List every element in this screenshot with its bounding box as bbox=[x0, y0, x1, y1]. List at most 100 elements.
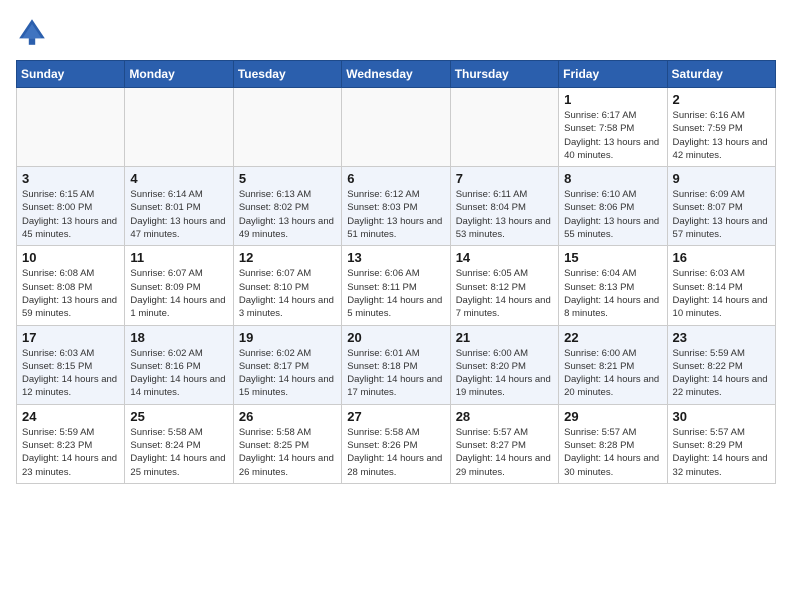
day-info: Sunrise: 6:01 AMSunset: 8:18 PMDaylight:… bbox=[347, 347, 444, 400]
calendar-cell bbox=[17, 88, 125, 167]
calendar-cell: 25 Sunrise: 5:58 AMSunset: 8:24 PMDayligh… bbox=[125, 404, 233, 483]
calendar-cell: 1 Sunrise: 6:17 AMSunset: 7:58 PMDaylight… bbox=[559, 88, 667, 167]
calendar-cell: 27 Sunrise: 5:58 AMSunset: 8:26 PMDayligh… bbox=[342, 404, 450, 483]
day-number: 24 bbox=[22, 409, 119, 424]
day-info: Sunrise: 6:12 AMSunset: 8:03 PMDaylight:… bbox=[347, 188, 444, 241]
day-info: Sunrise: 5:58 AMSunset: 8:24 PMDaylight:… bbox=[130, 426, 227, 479]
calendar-cell: 4 Sunrise: 6:14 AMSunset: 8:01 PMDaylight… bbox=[125, 167, 233, 246]
day-number: 14 bbox=[456, 250, 553, 265]
calendar-cell bbox=[125, 88, 233, 167]
calendar-cell: 6Sunrise: 6:12 AMSunset: 8:03 PMDaylight… bbox=[342, 167, 450, 246]
page-header bbox=[16, 16, 776, 48]
logo bbox=[16, 16, 52, 48]
calendar-cell: 13 Sunrise: 6:06 AMSunset: 8:11 PMDayligh… bbox=[342, 246, 450, 325]
day-number: 13 bbox=[347, 250, 444, 265]
day-number: 19 bbox=[239, 330, 336, 345]
logo-icon bbox=[16, 16, 48, 48]
calendar-cell: 12 Sunrise: 6:07 AMSunset: 8:10 PMDayligh… bbox=[233, 246, 341, 325]
day-number: 27 bbox=[347, 409, 444, 424]
day-number: 5 bbox=[239, 171, 336, 186]
calendar-cell: 19 Sunrise: 6:02 AMSunset: 8:17 PMDayligh… bbox=[233, 325, 341, 404]
day-info: Sunrise: 6:11 AMSunset: 8:04 PMDaylight:… bbox=[456, 188, 553, 241]
calendar-week-3: 10 Sunrise: 6:08 AMSunset: 8:08 PMDayligh… bbox=[17, 246, 776, 325]
day-info: Sunrise: 6:03 AMSunset: 8:15 PMDaylight:… bbox=[22, 347, 119, 400]
calendar-cell: 26 Sunrise: 5:58 AMSunset: 8:25 PMDayligh… bbox=[233, 404, 341, 483]
weekday-header-sunday: Sunday bbox=[17, 61, 125, 88]
day-info: Sunrise: 5:59 AMSunset: 8:22 PMDaylight:… bbox=[673, 347, 770, 400]
calendar-cell: 7 Sunrise: 6:11 AMSunset: 8:04 PMDaylight… bbox=[450, 167, 558, 246]
day-info: Sunrise: 6:15 AMSunset: 8:00 PMDaylight:… bbox=[22, 188, 119, 241]
day-info: Sunrise: 6:02 AMSunset: 8:17 PMDaylight:… bbox=[239, 347, 336, 400]
day-number: 30 bbox=[673, 409, 770, 424]
day-info: Sunrise: 6:16 AMSunset: 7:59 PMDaylight:… bbox=[673, 109, 770, 162]
day-info: Sunrise: 5:57 AMSunset: 8:29 PMDaylight:… bbox=[673, 426, 770, 479]
weekday-header-saturday: Saturday bbox=[667, 61, 775, 88]
day-number: 18 bbox=[130, 330, 227, 345]
day-info: Sunrise: 6:09 AMSunset: 8:07 PMDaylight:… bbox=[673, 188, 770, 241]
day-info: Sunrise: 6:04 AMSunset: 8:13 PMDaylight:… bbox=[564, 267, 661, 320]
calendar: SundayMondayTuesdayWednesdayThursdayFrid… bbox=[16, 60, 776, 484]
day-number: 1 bbox=[564, 92, 661, 107]
calendar-cell: 9Sunrise: 6:09 AMSunset: 8:07 PMDaylight… bbox=[667, 167, 775, 246]
day-info: Sunrise: 5:59 AMSunset: 8:23 PMDaylight:… bbox=[22, 426, 119, 479]
day-number: 25 bbox=[130, 409, 227, 424]
calendar-cell: 29 Sunrise: 5:57 AMSunset: 8:28 PMDayligh… bbox=[559, 404, 667, 483]
calendar-week-4: 17 Sunrise: 6:03 AMSunset: 8:15 PMDayligh… bbox=[17, 325, 776, 404]
day-number: 11 bbox=[130, 250, 227, 265]
calendar-cell: 5 Sunrise: 6:13 AMSunset: 8:02 PMDaylight… bbox=[233, 167, 341, 246]
weekday-header-friday: Friday bbox=[559, 61, 667, 88]
day-number: 7 bbox=[456, 171, 553, 186]
day-info: Sunrise: 6:08 AMSunset: 8:08 PMDaylight:… bbox=[22, 267, 119, 320]
weekday-header-tuesday: Tuesday bbox=[233, 61, 341, 88]
calendar-week-1: 1 Sunrise: 6:17 AMSunset: 7:58 PMDaylight… bbox=[17, 88, 776, 167]
day-info: Sunrise: 6:07 AMSunset: 8:10 PMDaylight:… bbox=[239, 267, 336, 320]
calendar-cell: 30 Sunrise: 5:57 AMSunset: 8:29 PMDayligh… bbox=[667, 404, 775, 483]
day-info: Sunrise: 6:03 AMSunset: 8:14 PMDaylight:… bbox=[673, 267, 770, 320]
calendar-cell: 8 Sunrise: 6:10 AMSunset: 8:06 PMDaylight… bbox=[559, 167, 667, 246]
day-info: Sunrise: 5:58 AMSunset: 8:25 PMDaylight:… bbox=[239, 426, 336, 479]
day-number: 2 bbox=[673, 92, 770, 107]
day-number: 3 bbox=[22, 171, 119, 186]
day-info: Sunrise: 6:00 AMSunset: 8:21 PMDaylight:… bbox=[564, 347, 661, 400]
calendar-week-5: 24 Sunrise: 5:59 AMSunset: 8:23 PMDayligh… bbox=[17, 404, 776, 483]
day-number: 26 bbox=[239, 409, 336, 424]
weekday-header-row: SundayMondayTuesdayWednesdayThursdayFrid… bbox=[17, 61, 776, 88]
day-number: 17 bbox=[22, 330, 119, 345]
day-number: 20 bbox=[347, 330, 444, 345]
calendar-cell: 28Sunrise: 5:57 AMSunset: 8:27 PMDayligh… bbox=[450, 404, 558, 483]
day-number: 8 bbox=[564, 171, 661, 186]
day-info: Sunrise: 6:05 AMSunset: 8:12 PMDaylight:… bbox=[456, 267, 553, 320]
calendar-cell: 11 Sunrise: 6:07 AMSunset: 8:09 PMDayligh… bbox=[125, 246, 233, 325]
weekday-header-thursday: Thursday bbox=[450, 61, 558, 88]
calendar-cell bbox=[233, 88, 341, 167]
day-number: 10 bbox=[22, 250, 119, 265]
day-info: Sunrise: 6:13 AMSunset: 8:02 PMDaylight:… bbox=[239, 188, 336, 241]
calendar-cell: 18Sunrise: 6:02 AMSunset: 8:16 PMDayligh… bbox=[125, 325, 233, 404]
day-number: 15 bbox=[564, 250, 661, 265]
day-number: 21 bbox=[456, 330, 553, 345]
day-info: Sunrise: 6:14 AMSunset: 8:01 PMDaylight:… bbox=[130, 188, 227, 241]
calendar-cell: 17 Sunrise: 6:03 AMSunset: 8:15 PMDayligh… bbox=[17, 325, 125, 404]
calendar-cell bbox=[342, 88, 450, 167]
weekday-header-monday: Monday bbox=[125, 61, 233, 88]
day-info: Sunrise: 6:00 AMSunset: 8:20 PMDaylight:… bbox=[456, 347, 553, 400]
day-info: Sunrise: 6:17 AMSunset: 7:58 PMDaylight:… bbox=[564, 109, 661, 162]
calendar-cell: 15 Sunrise: 6:04 AMSunset: 8:13 PMDayligh… bbox=[559, 246, 667, 325]
day-info: Sunrise: 6:07 AMSunset: 8:09 PMDaylight:… bbox=[130, 267, 227, 320]
day-info: Sunrise: 6:06 AMSunset: 8:11 PMDaylight:… bbox=[347, 267, 444, 320]
calendar-week-2: 3 Sunrise: 6:15 AMSunset: 8:00 PMDaylight… bbox=[17, 167, 776, 246]
day-info: Sunrise: 5:57 AMSunset: 8:28 PMDaylight:… bbox=[564, 426, 661, 479]
calendar-cell: 23 Sunrise: 5:59 AMSunset: 8:22 PMDayligh… bbox=[667, 325, 775, 404]
day-number: 29 bbox=[564, 409, 661, 424]
day-info: Sunrise: 5:58 AMSunset: 8:26 PMDaylight:… bbox=[347, 426, 444, 479]
day-number: 23 bbox=[673, 330, 770, 345]
calendar-cell: 16Sunrise: 6:03 AMSunset: 8:14 PMDayligh… bbox=[667, 246, 775, 325]
day-number: 4 bbox=[130, 171, 227, 186]
weekday-header-wednesday: Wednesday bbox=[342, 61, 450, 88]
day-info: Sunrise: 6:10 AMSunset: 8:06 PMDaylight:… bbox=[564, 188, 661, 241]
calendar-cell: 22Sunrise: 6:00 AMSunset: 8:21 PMDayligh… bbox=[559, 325, 667, 404]
day-number: 28 bbox=[456, 409, 553, 424]
day-number: 12 bbox=[239, 250, 336, 265]
calendar-cell: 3 Sunrise: 6:15 AMSunset: 8:00 PMDaylight… bbox=[17, 167, 125, 246]
calendar-cell: 20 Sunrise: 6:01 AMSunset: 8:18 PMDayligh… bbox=[342, 325, 450, 404]
